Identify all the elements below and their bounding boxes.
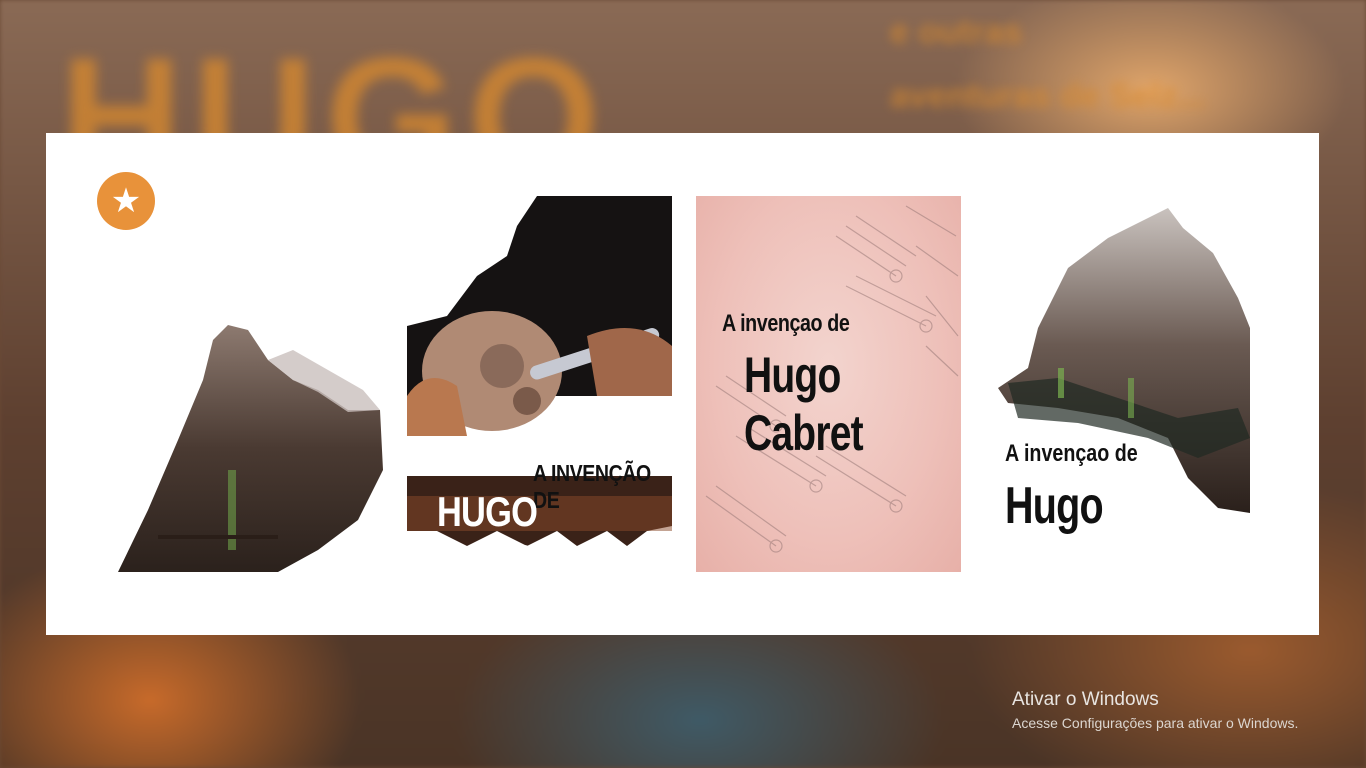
cover-title-line2: HUGO CABRET <box>437 488 576 546</box>
cover-option-3[interactable]: A invençao de Hugo Cabret <box>696 196 961 572</box>
cover-title-line1: A invençao de <box>722 310 850 337</box>
cover-title-line1: A invençao de <box>1005 440 1138 467</box>
background-text: e outras aventuras de Selz... <box>890 13 1206 115</box>
cover-title-line2: Hugo Cabret <box>744 347 864 461</box>
cover-option-2[interactable]: A INVENÇÃO DE HUGO CABRET <box>407 196 672 546</box>
windows-activation-watermark: Ativar o Windows Acesse Configurações pa… <box>1012 689 1298 731</box>
cover-option-4[interactable]: A invençao de Hugo Cabret <box>998 208 1253 538</box>
star-icon: ★ <box>110 182 142 220</box>
watermark-title: Ativar o Windows <box>1012 689 1159 710</box>
watermark-subtitle: Acesse Configurações para ativar o Windo… <box>1012 715 1299 731</box>
cover-title-line2: Hugo Cabret <box>1005 477 1126 538</box>
cover-option-1[interactable] <box>118 320 383 572</box>
hand-silhouette-artwork <box>118 325 383 572</box>
favorite-button[interactable]: ★ <box>97 172 155 230</box>
